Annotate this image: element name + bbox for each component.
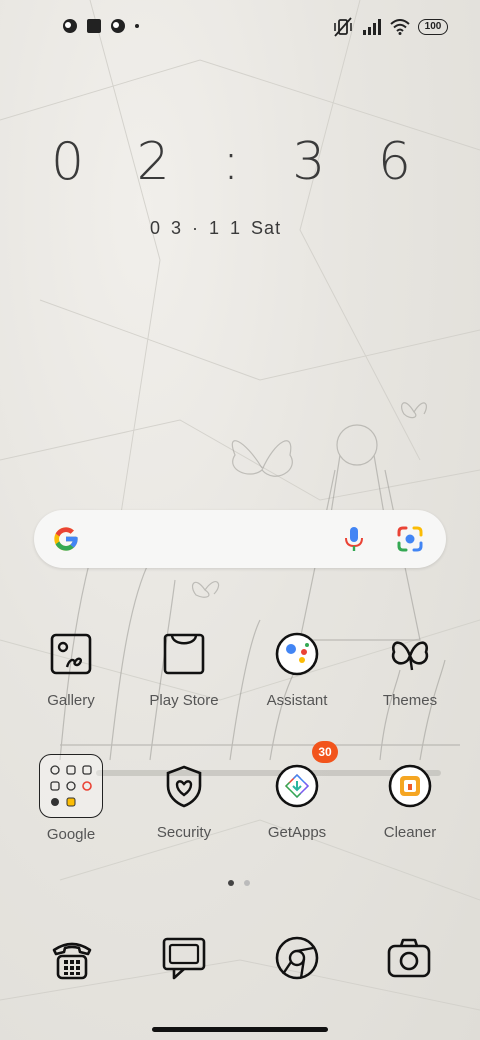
page-dot — [244, 880, 250, 886]
themes-icon — [391, 641, 429, 671]
system-icons: 100 — [332, 17, 448, 37]
app-label: Themes — [382, 692, 438, 709]
more-notifications-dot-icon — [135, 24, 139, 28]
app-label: Google — [46, 826, 96, 843]
app-label: Cleaner — [383, 824, 437, 841]
date-widget[interactable]: 0 3 · 1 1 Sat — [150, 218, 281, 239]
messages-icon[interactable] — [160, 934, 208, 982]
page-indicator — [228, 880, 250, 886]
page-dot-active — [228, 880, 234, 886]
google-folder-icon — [39, 754, 103, 818]
app-label: Gallery — [47, 692, 95, 709]
getapps-icon — [275, 764, 319, 808]
phone-icon[interactable] — [48, 934, 96, 982]
play-store-icon — [163, 633, 205, 675]
app-label: Assistant — [266, 692, 328, 709]
app-themes[interactable]: Themes — [360, 630, 460, 709]
voice-search-mic-icon[interactable] — [342, 525, 366, 553]
app-label: Security — [156, 824, 212, 841]
app-label: GetApps — [267, 824, 327, 841]
google-logo-icon — [54, 527, 78, 551]
app-cleaner[interactable]: Cleaner — [360, 762, 460, 841]
assistant-icon — [275, 632, 319, 676]
browser-icon[interactable] — [273, 934, 321, 982]
date-text: 0 3 · 1 1 — [150, 218, 244, 238]
notification-badge: 30 — [312, 741, 338, 763]
gallery-icon — [50, 633, 92, 675]
app-play-store[interactable]: Play Store — [134, 630, 234, 709]
app-gallery[interactable]: Gallery — [21, 630, 121, 709]
battery-indicator: 100 — [418, 19, 448, 35]
app-assistant[interactable]: Assistant — [247, 630, 347, 709]
clock-widget[interactable]: 0 2 : 3 6 — [0, 132, 480, 192]
google-lens-icon[interactable] — [396, 525, 424, 553]
folder-google[interactable]: Google — [21, 754, 121, 843]
cleaner-icon — [388, 764, 432, 808]
app-security[interactable]: Security — [134, 762, 234, 841]
app-label: Play Store — [149, 692, 219, 709]
notification-square-icon — [87, 19, 101, 33]
gesture-navigation-handle[interactable] — [152, 1027, 328, 1032]
vibrate-off-icon — [334, 17, 352, 37]
weekday-text: Sat — [251, 218, 282, 238]
status-bar: 100 — [0, 0, 480, 56]
signal-icon — [363, 19, 381, 35]
app-getapps[interactable]: GetApps — [247, 762, 347, 841]
notification-app-icon — [63, 19, 77, 33]
notification-icons — [62, 18, 140, 34]
security-icon — [166, 765, 202, 808]
notification-app-icon-2 — [111, 19, 125, 33]
camera-icon[interactable] — [385, 934, 433, 982]
wifi-icon — [390, 19, 410, 35]
google-search-bar[interactable] — [34, 510, 446, 568]
